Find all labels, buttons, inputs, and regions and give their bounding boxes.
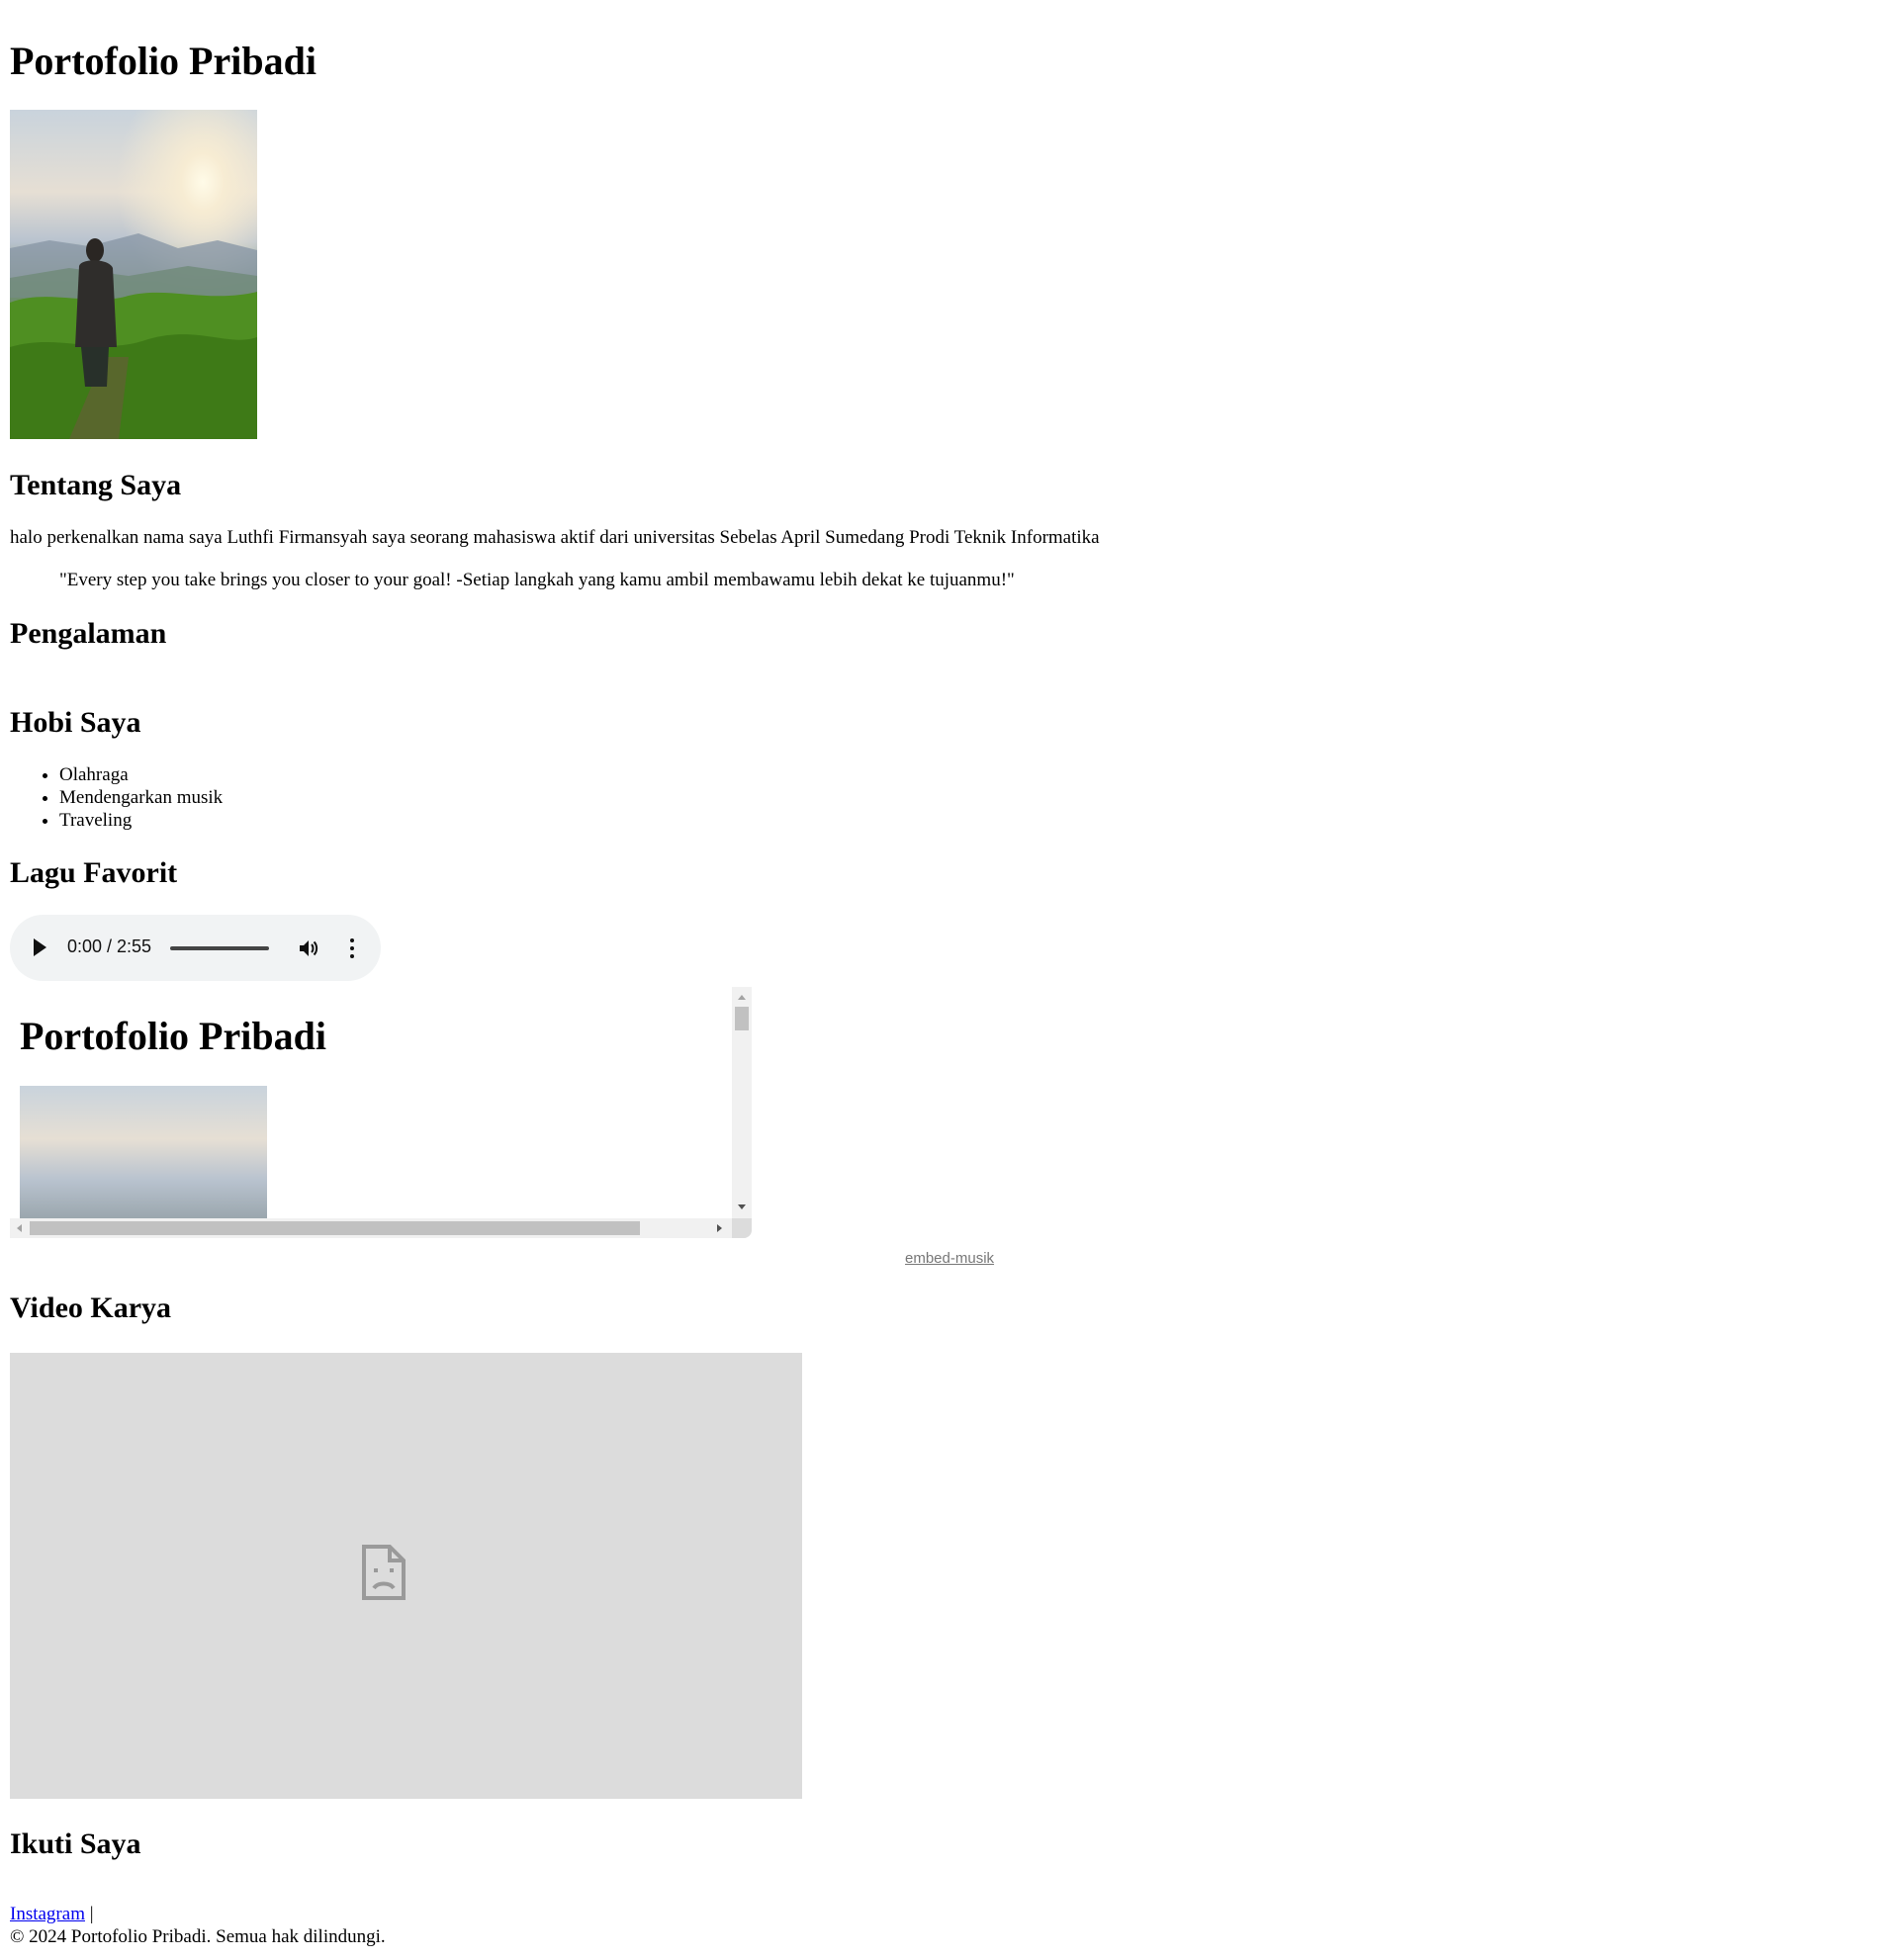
list-item: Mendengarkan musik bbox=[59, 786, 223, 809]
social-links: Instagram | bbox=[10, 1904, 94, 1925]
list-item: Olahraga bbox=[59, 763, 223, 786]
list-item: Traveling bbox=[59, 809, 223, 832]
play-icon[interactable] bbox=[34, 938, 46, 956]
video-heading: Video Karya bbox=[10, 1292, 172, 1324]
scroll-right-arrow-icon[interactable] bbox=[717, 1224, 722, 1232]
profile-photo-illustration bbox=[10, 110, 257, 439]
scroll-up-arrow-icon[interactable] bbox=[738, 995, 746, 1000]
page-title: Portofolio Pribadi bbox=[10, 39, 316, 83]
video-embed[interactable] bbox=[10, 1353, 802, 1799]
audio-time: 0:00 / 2:55 bbox=[67, 936, 152, 956]
more-options-icon[interactable] bbox=[348, 936, 356, 960]
quote: "Every step you take brings you closer t… bbox=[59, 570, 1015, 590]
footer-copyright: © 2024 Portofolio Pribadi. Semua hak dil… bbox=[10, 1926, 386, 1947]
about-text: halo perkenalkan nama saya Luthfi Firman… bbox=[10, 527, 1100, 548]
audio-progress-slider[interactable] bbox=[170, 946, 269, 950]
hobbies-heading: Hobi Saya bbox=[10, 706, 141, 739]
volume-icon[interactable] bbox=[297, 936, 320, 960]
scrollbar-corner bbox=[732, 1218, 752, 1238]
vertical-scrollbar-thumb[interactable] bbox=[735, 1007, 749, 1030]
embedded-profile-photo bbox=[20, 1086, 267, 1219]
music-heading: Lagu Favorit bbox=[10, 856, 178, 889]
profile-photo bbox=[10, 110, 257, 439]
scroll-down-arrow-icon[interactable] bbox=[738, 1204, 746, 1209]
broken-document-icon bbox=[362, 1545, 406, 1600]
separator: | bbox=[89, 1904, 94, 1924]
embed-music-link[interactable]: embed-musik bbox=[905, 1250, 994, 1267]
social-heading: Ikuti Saya bbox=[10, 1827, 141, 1860]
embedded-frame[interactable]: Portofolio Pribadi bbox=[10, 987, 752, 1238]
about-heading: Tentang Saya bbox=[10, 469, 182, 501]
embedded-page-title: Portofolio Pribadi bbox=[20, 1014, 326, 1058]
audio-player[interactable]: 0:00 / 2:55 bbox=[10, 915, 381, 981]
instagram-link[interactable]: Instagram bbox=[10, 1904, 85, 1924]
scroll-left-arrow-icon[interactable] bbox=[17, 1224, 22, 1232]
experience-heading: Pengalaman bbox=[10, 617, 167, 650]
horizontal-scrollbar-thumb[interactable] bbox=[30, 1221, 640, 1235]
hobbies-list: Olahraga Mendengarkan musik Traveling bbox=[10, 763, 223, 832]
